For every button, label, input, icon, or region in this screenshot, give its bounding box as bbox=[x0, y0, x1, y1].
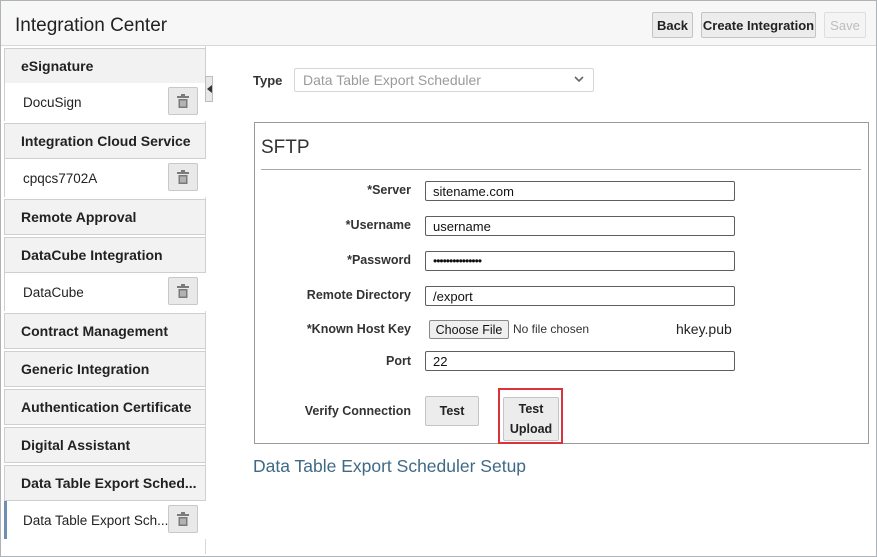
trash-icon bbox=[177, 512, 189, 526]
type-label: Type bbox=[253, 73, 283, 88]
trash-icon bbox=[177, 284, 189, 298]
sidebar-group-integration-cloud-service[interactable]: Integration Cloud Service bbox=[4, 123, 206, 159]
sidebar-group-label: Data Table Export Sched... bbox=[21, 475, 197, 491]
username-label: *Username bbox=[345, 218, 411, 232]
choose-file-button[interactable]: Choose File bbox=[429, 320, 509, 339]
divider bbox=[261, 169, 861, 170]
server-input[interactable]: sitename.com bbox=[425, 181, 735, 201]
sidebar-item-label: DocuSign bbox=[23, 94, 82, 110]
delete-docusign-button[interactable] bbox=[168, 87, 198, 115]
sidebar: eSignature DocuSign Integration Cloud Se… bbox=[4, 46, 206, 554]
sidebar-group-label: DataCube Integration bbox=[21, 247, 163, 263]
data-table-export-setup-link[interactable]: Data Table Export Scheduler Setup bbox=[253, 456, 526, 477]
type-select[interactable]: Data Table Export Scheduler bbox=[294, 68, 594, 92]
remote-directory-label: Remote Directory bbox=[306, 288, 411, 302]
port-label: Port bbox=[386, 354, 411, 368]
verify-connection-label: Verify Connection bbox=[304, 404, 411, 418]
password-input[interactable]: ••••••••••••••• bbox=[425, 251, 735, 271]
known-host-key-label: *Known Host Key bbox=[306, 322, 411, 336]
sidebar-item-label: Data Table Export Sch... bbox=[23, 512, 169, 528]
port-input[interactable]: 22 bbox=[425, 351, 735, 371]
remote-directory-input[interactable]: /export bbox=[425, 286, 735, 306]
sidebar-group-label: Digital Assistant bbox=[21, 437, 131, 453]
sftp-title: SFTP bbox=[261, 137, 310, 158]
save-button[interactable]: Save bbox=[824, 12, 866, 38]
sidebar-group-esignature[interactable]: eSignature bbox=[4, 48, 206, 84]
delete-cpqcs7702a-button[interactable] bbox=[168, 163, 198, 191]
trash-icon bbox=[177, 94, 189, 108]
delete-data-table-export-button[interactable] bbox=[168, 505, 198, 533]
highlight-box bbox=[498, 388, 563, 444]
sidebar-group-remote-approval[interactable]: Remote Approval bbox=[4, 199, 206, 235]
sidebar-group-label: Contract Management bbox=[21, 323, 169, 339]
sidebar-item-label: DataCube bbox=[23, 284, 84, 300]
page-title: Integration Center bbox=[15, 15, 168, 36]
sidebar-group-digital-assistant[interactable]: Digital Assistant bbox=[4, 427, 206, 463]
type-select-value: Data Table Export Scheduler bbox=[303, 72, 481, 88]
sidebar-item-datacube[interactable]: DataCube bbox=[4, 273, 206, 311]
sidebar-item-docusign[interactable]: DocuSign bbox=[4, 83, 206, 121]
sidebar-collapse-toggle[interactable] bbox=[205, 76, 213, 102]
password-label: *Password bbox=[347, 253, 411, 267]
sidebar-group-label: Generic Integration bbox=[21, 361, 150, 377]
back-button[interactable]: Back bbox=[652, 12, 693, 38]
sidebar-item-label: cpqcs7702A bbox=[23, 170, 98, 186]
chevron-down-icon bbox=[574, 76, 584, 83]
sidebar-group-label: Authentication Certificate bbox=[21, 399, 192, 415]
trash-icon bbox=[177, 170, 189, 184]
server-label: *Server bbox=[367, 183, 411, 197]
username-input[interactable]: username bbox=[425, 216, 735, 236]
sidebar-group-datacube-integration[interactable]: DataCube Integration bbox=[4, 237, 206, 273]
sidebar-group-label: eSignature bbox=[21, 58, 94, 74]
test-connection-button[interactable]: Test bbox=[425, 396, 479, 426]
sidebar-group-data-table-export-scheduler[interactable]: Data Table Export Sched... bbox=[4, 465, 206, 501]
create-integration-button[interactable]: Create Integration bbox=[701, 12, 816, 38]
chevron-left-icon bbox=[206, 85, 212, 93]
host-key-filename: hkey.pub bbox=[676, 321, 732, 337]
no-file-text: No file chosen bbox=[513, 322, 590, 336]
sidebar-item-cpqcs7702a[interactable]: cpqcs7702A bbox=[4, 159, 206, 197]
sidebar-group-authentication-certificate[interactable]: Authentication Certificate bbox=[4, 389, 206, 425]
sidebar-group-label: Integration Cloud Service bbox=[21, 133, 191, 149]
sidebar-item-data-table-export-scheduler[interactable]: Data Table Export Sch... bbox=[4, 501, 206, 539]
sidebar-group-generic-integration[interactable]: Generic Integration bbox=[4, 351, 206, 387]
sidebar-group-contract-management[interactable]: Contract Management bbox=[4, 313, 206, 349]
delete-datacube-button[interactable] bbox=[168, 277, 198, 305]
sidebar-group-label: Remote Approval bbox=[21, 209, 137, 225]
